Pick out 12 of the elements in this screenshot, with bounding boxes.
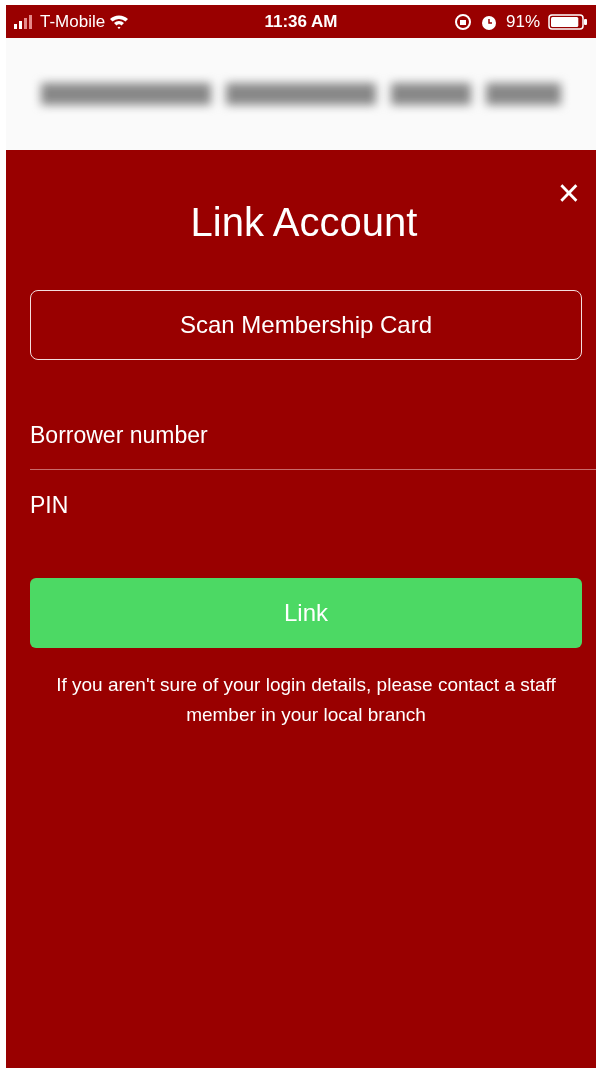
rotation-lock-icon bbox=[453, 12, 472, 31]
wifi-icon bbox=[109, 14, 130, 29]
close-button[interactable]: × bbox=[553, 174, 584, 212]
input-field[interactable]: Borrower number bbox=[30, 402, 596, 470]
battery-percent: 91% bbox=[505, 10, 540, 33]
scan-card-button[interactable]: Scan Membership Card bbox=[30, 290, 582, 360]
clock-time: 11:36 AM bbox=[263, 10, 339, 33]
help-text: If you aren't sure of your login details, please contact a staff member in your local branch bbox=[55, 673, 557, 728]
modal-title: Link Account bbox=[189, 199, 419, 246]
battery-icon bbox=[548, 13, 588, 30]
input-field[interactable]: PIN bbox=[30, 470, 596, 540]
carrier-name: T-Mobile bbox=[40, 10, 106, 33]
